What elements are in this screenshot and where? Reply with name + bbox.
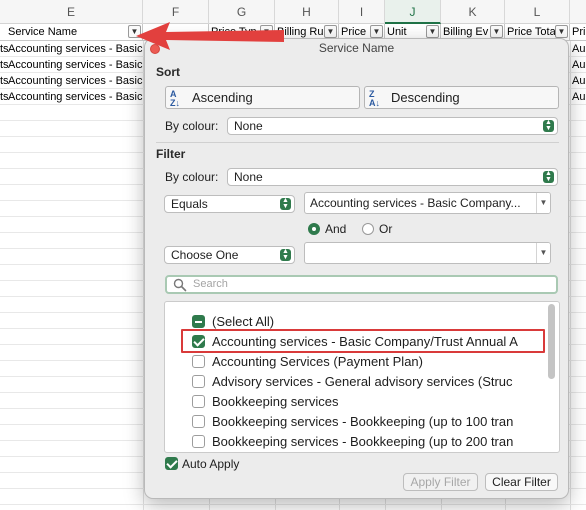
column-letter-k[interactable]: K	[441, 0, 505, 24]
checkbox-checked-icon[interactable]	[165, 457, 178, 470]
column-letter-header: E F G H I J K L	[0, 0, 586, 24]
cell-service-name[interactable]: Accounting services - Basic C	[8, 73, 143, 89]
cell-clipped-right[interactable]: Au	[572, 57, 586, 73]
condition1-operator-value: Equals	[171, 197, 208, 211]
filter-dropdown-icon[interactable]: ▼	[370, 25, 383, 38]
search-input[interactable]: Search	[165, 275, 558, 294]
list-item-accounting-payment-plan[interactable]: Accounting Services (Payment Plan)	[192, 352, 532, 371]
section-divider	[156, 142, 559, 143]
value-checklist: (Select All) Accounting services - Basic…	[164, 301, 560, 453]
checkbox-unchecked-icon[interactable]	[192, 435, 205, 448]
and-radio-label: And	[325, 222, 347, 236]
cell-clipped-right[interactable]: Au	[572, 41, 586, 57]
cell-clipped-left[interactable]: ts	[0, 41, 8, 57]
checkbox-unchecked-icon[interactable]	[192, 415, 205, 428]
header-cell-pri[interactable]: Pri	[570, 24, 586, 41]
header-label: Unit	[387, 26, 407, 38]
list-item-bookkeeping[interactable]: Bookkeeping services	[192, 392, 532, 411]
column-letter-l[interactable]: L	[505, 0, 570, 24]
cell-service-name[interactable]: Accounting services - Basic C	[8, 41, 143, 57]
column-letter-i[interactable]: I	[339, 0, 385, 24]
header-label: Billing Ev	[443, 26, 489, 38]
list-scrollbar[interactable]	[548, 304, 555, 379]
list-item-label: Bookkeeping services - Bookkeeping (up t…	[212, 414, 514, 429]
sort-descending-button[interactable]: Z A↓ Descending	[364, 86, 559, 109]
sort-ascending-label: Ascending	[192, 90, 253, 105]
cell-service-name[interactable]: Accounting services - Basic C	[8, 57, 143, 73]
cell-clipped-left[interactable]: ts	[0, 57, 8, 73]
column-letter-j[interactable]: J	[385, 0, 441, 24]
apply-filter-button[interactable]: Apply Filter	[403, 473, 478, 491]
sort-ascending-icon: A Z↓	[170, 88, 180, 108]
cell-service-name[interactable]: Accounting services - Basic C	[8, 89, 143, 105]
list-item-label: (Select All)	[212, 314, 275, 329]
search-icon	[173, 278, 187, 292]
condition1-operator-select[interactable]: Equals ▲ ▼	[164, 195, 295, 213]
search-placeholder: Search	[193, 278, 228, 290]
filter-popover: Service Name Sort A Z↓ Ascending Z A↓ Descen…	[144, 38, 569, 499]
filter-by-colour-value: None	[234, 170, 263, 184]
header-cell-service-name[interactable]: Service Name ▼	[0, 24, 143, 41]
sort-descending-icon: Z A↓	[369, 88, 380, 108]
stepper-icon: ▲ ▼	[543, 119, 554, 132]
cell-clipped-left[interactable]: ts	[0, 73, 8, 89]
sort-descending-label: Descending	[391, 90, 460, 105]
filter-heading: Filter	[156, 147, 186, 161]
red-highlight-box	[181, 329, 545, 353]
auto-apply-label: Auto Apply	[182, 457, 240, 471]
list-item-bookkeeping-100[interactable]: Bookkeeping services - Bookkeeping (up t…	[192, 412, 532, 431]
sort-by-colour-label: By colour:	[165, 119, 219, 133]
filter-by-colour-label: By colour:	[165, 170, 219, 184]
red-arrow-annotation	[136, 22, 284, 50]
cell-clipped-right[interactable]: Au	[572, 89, 586, 105]
checkbox-mixed-icon[interactable]	[192, 315, 205, 328]
list-item-label: Accounting Services (Payment Plan)	[212, 354, 423, 369]
cell-clipped-right[interactable]: Au	[572, 73, 586, 89]
list-item-label: Bookkeeping services	[212, 394, 339, 409]
list-item-bookkeeping-200[interactable]: Bookkeeping services - Bookkeeping (up t…	[192, 432, 532, 451]
chevron-down-icon[interactable]: ▼	[536, 193, 550, 213]
and-radio[interactable]: And	[308, 222, 346, 236]
list-item-label: Advisory services - General advisory ser…	[212, 374, 513, 389]
sort-by-colour-value: None	[234, 119, 263, 133]
stepper-icon: ▲ ▼	[543, 170, 554, 183]
or-radio-label: Or	[379, 222, 393, 236]
or-radio[interactable]: Or	[362, 222, 392, 236]
radio-selected-icon	[308, 223, 320, 235]
filter-dropdown-icon[interactable]: ▼	[426, 25, 439, 38]
clear-filter-button[interactable]: Clear Filter	[485, 473, 558, 491]
filter-by-colour-select[interactable]: None ▲ ▼	[227, 168, 558, 186]
list-item-label: Bookkeeping services - Bookkeeping (up t…	[212, 434, 514, 449]
auto-apply-checkbox[interactable]: Auto Apply	[165, 457, 239, 471]
radio-empty-icon	[362, 223, 374, 235]
checkbox-unchecked-icon[interactable]	[192, 375, 205, 388]
header-label: Price Tota	[507, 26, 556, 38]
sort-ascending-button[interactable]: A Z↓ Ascending	[165, 86, 360, 109]
filter-dropdown-icon[interactable]: ▼	[490, 25, 503, 38]
sort-by-colour-select[interactable]: None ▲ ▼	[227, 117, 558, 135]
condition1-value-text: Accounting services - Basic Company...	[310, 196, 521, 210]
header-label: Pri	[572, 26, 586, 38]
filter-dropdown-icon[interactable]: ▼	[324, 25, 337, 38]
checkbox-unchecked-icon[interactable]	[192, 395, 205, 408]
condition2-operator-value: Choose One	[171, 248, 239, 262]
stepper-icon: ▲ ▼	[280, 248, 291, 261]
condition2-operator-select[interactable]: Choose One ▲ ▼	[164, 246, 295, 264]
condition1-value-combobox[interactable]: Accounting services - Basic Company... ▼	[304, 192, 551, 214]
chevron-down-icon[interactable]: ▼	[536, 243, 550, 263]
header-label: Price	[341, 26, 367, 38]
column-letter-e[interactable]: E	[0, 0, 143, 24]
filter-dropdown-icon[interactable]: ▼	[555, 25, 568, 38]
cell-clipped-left[interactable]: ts	[0, 89, 8, 105]
stepper-icon: ▲ ▼	[280, 197, 291, 210]
header-label: Service Name	[8, 26, 78, 38]
sort-heading: Sort	[156, 65, 180, 79]
list-item-advisory[interactable]: Advisory services - General advisory ser…	[192, 372, 532, 391]
condition2-value-combobox[interactable]: ▼	[304, 242, 551, 264]
checkbox-unchecked-icon[interactable]	[192, 355, 205, 368]
